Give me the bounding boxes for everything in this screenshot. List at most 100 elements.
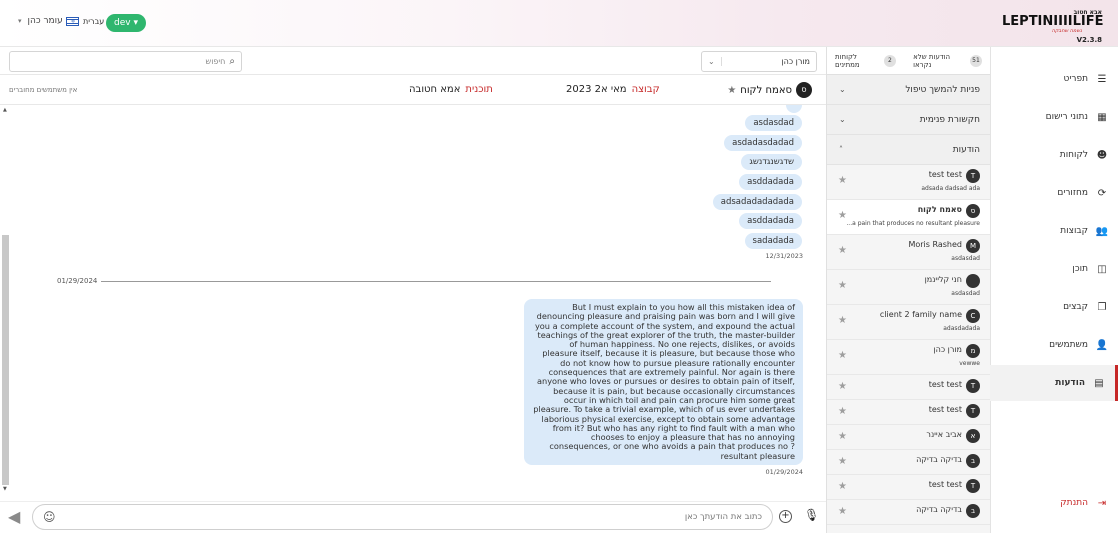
section-internal[interactable]: ⌄ חקשורת פנימית: [827, 105, 990, 135]
sidebar-item-label: הודעות: [1055, 378, 1085, 388]
star-icon[interactable]: ★: [838, 456, 847, 467]
group-value: מאי א2 2023: [566, 84, 627, 95]
conversation-preview: asdasdad: [951, 290, 980, 297]
star-icon[interactable]: ★: [838, 381, 847, 392]
sidebar-item-label: תוכן: [1072, 264, 1088, 274]
star-icon[interactable]: ★: [838, 406, 847, 417]
chat-toolbar: חיפוש ⌕ ⌄ מורן כהן: [0, 47, 826, 75]
date-divider: [101, 281, 771, 282]
sidebar-item-label: מחזורים: [1057, 188, 1088, 198]
conversation-item[interactable]: ★ C client 2 family name adasdadada: [827, 305, 990, 340]
group-label: קבוצה: [631, 84, 660, 95]
user-menu[interactable]: עומר כהן ▾: [18, 16, 63, 26]
star-icon[interactable]: ★: [838, 280, 847, 291]
program-value: אמא חטובה: [409, 84, 461, 95]
unread-count: 51: [970, 54, 982, 67]
person-icon: 👤: [1095, 339, 1109, 351]
conversation-item[interactable]: ★ א אביב איינר: [827, 425, 990, 450]
program-info: תוכנית אמא חטובה: [409, 84, 493, 95]
search-placeholder: חיפוש: [205, 57, 226, 66]
star-icon[interactable]: ★: [838, 481, 847, 492]
conversation-item[interactable]: ★ חני קליינמן asdasdad: [827, 270, 990, 305]
avatar: C: [966, 309, 980, 323]
unread-label[interactable]: הודעות שלא נקראו: [913, 53, 966, 69]
chevron-up-icon: ˄: [839, 145, 843, 154]
avatar: T: [966, 169, 980, 183]
sidebar-item-content[interactable]: תוכן ◫: [990, 251, 1118, 287]
message-placeholder: כתוב את הודעתך כאן: [684, 512, 762, 522]
search-input[interactable]: חיפוש ⌕: [9, 51, 242, 72]
message-bubble: asdasdad: [745, 115, 802, 131]
file-icon: ❐: [1097, 301, 1107, 313]
user-name: עומר כהן: [27, 16, 63, 26]
message-bubble: sadadada: [744, 233, 802, 249]
hamburger-icon: ☰: [1097, 73, 1107, 85]
conversation-item[interactable]: ★ ב בדיקה בדיקה: [827, 500, 990, 525]
agent-select[interactable]: ⌄ מורן כהן: [701, 51, 817, 72]
logo-brand: LEPTINIIIILIFE: [1002, 14, 1104, 29]
app-logo[interactable]: אבא חטוב LEPTINIIIILIFE נשמה שחבקה V2.3.…: [1002, 9, 1104, 44]
section-messages[interactable]: ˄ הודעות: [827, 135, 990, 165]
star-icon[interactable]: ★: [838, 431, 847, 442]
star-icon[interactable]: ★: [838, 315, 847, 326]
sidebar-item-label: תפריט: [1063, 74, 1088, 84]
conversation-name: אביב איינר: [926, 430, 962, 439]
sidebar-item-menu[interactable]: תפריט ☰: [990, 61, 1118, 97]
message-timestamp: 01/29/2024: [765, 468, 803, 476]
message-input[interactable]: ☺ כתוב את הודעתך כאן: [32, 504, 773, 530]
env-badge[interactable]: dev ▾: [106, 14, 146, 32]
conversation-filters: לקוחות ממתינים 2 הודעות שלא נקראו 51: [827, 47, 990, 75]
conversation-list: לקוחות ממתינים 2 הודעות שלא נקראו 51 ⌄ פ…: [826, 47, 990, 533]
conversation-item[interactable]: ★ ס סאמח לקוח ...a pain that produces no…: [827, 200, 990, 235]
conversation-item[interactable]: ★ מ מורן כהן vewwe: [827, 340, 990, 375]
conversation-name: test test: [928, 170, 962, 179]
language-selector[interactable]: ✡ עברית: [66, 17, 104, 26]
conversation-item[interactable]: ★ T test test adsada dadsad ada: [827, 165, 990, 200]
grid-icon: ▦: [1097, 111, 1107, 123]
sidebar-item-label: משתמשים: [1049, 340, 1088, 350]
star-icon[interactable]: ★: [838, 245, 847, 256]
sidebar-item-label: קבצים: [1063, 302, 1088, 312]
emoji-icon[interactable]: ☺: [43, 510, 56, 524]
avatar: M: [966, 239, 980, 253]
agent-select-value: מורן כהן: [781, 57, 811, 66]
logout-label: התנתק: [1060, 498, 1088, 508]
clients-waiting-label[interactable]: לקוחות ממתינים: [835, 53, 880, 69]
date-divider-label: 01/29/2024: [57, 277, 98, 285]
sidebar-item-registration[interactable]: נתוני רישום ▦: [990, 99, 1118, 135]
avatar: א: [966, 429, 980, 443]
add-attachment-icon[interactable]: +: [779, 510, 792, 523]
microphone-icon[interactable]: 🎙: [804, 508, 819, 522]
star-icon[interactable]: ★: [838, 506, 847, 517]
contact-info[interactable]: ס סאמח לקוח ★: [727, 82, 812, 98]
send-icon[interactable]: ◀: [8, 507, 20, 526]
star-icon[interactable]: ★: [838, 350, 847, 361]
chat-icon: ▤: [1094, 377, 1104, 389]
face-icon: ☻: [1096, 149, 1108, 161]
message-bubble-cut: [786, 105, 802, 113]
conversation-name: בדיקה בדיקה: [916, 455, 962, 464]
sidebar-item-files[interactable]: קבצים ❐: [990, 289, 1118, 325]
sidebar-item-cycles[interactable]: מחזורים ⟳: [990, 175, 1118, 211]
conversation-item[interactable]: ★ ב בדיקה בדיקה: [827, 450, 990, 475]
conversation-item[interactable]: ★ M Moris Rashed asdasdad: [827, 235, 990, 270]
star-icon[interactable]: ★: [838, 175, 847, 186]
message-bubble: asddadada: [739, 174, 802, 190]
section-label: חקשורת פנימית: [919, 114, 980, 125]
conversation-name: מורן כהן: [933, 345, 963, 354]
avatar: ס: [796, 82, 812, 98]
conversation-item[interactable]: ★ T test test: [827, 475, 990, 500]
section-label: פניות להמשך טיפול: [905, 84, 980, 95]
conversation-item[interactable]: ★ T test test: [827, 400, 990, 425]
sidebar-item-label: נתוני רישום: [1045, 112, 1088, 122]
sidebar-item-messages[interactable]: הודעות ▤: [990, 365, 1118, 401]
star-icon[interactable]: ★: [727, 85, 736, 96]
conversation-item[interactable]: ★ T test test: [827, 375, 990, 400]
section-follow-up[interactable]: ⌄ פניות להמשך טיפול: [827, 75, 990, 105]
sidebar-item-users[interactable]: משתמשים 👤: [990, 327, 1118, 363]
logout-icon: ⇥: [1097, 497, 1107, 509]
logout-button[interactable]: התנתק ⇥: [990, 485, 1118, 521]
sidebar-item-groups[interactable]: קבוצות 👥: [990, 213, 1118, 249]
sidebar-item-clients[interactable]: לקוחות ☻: [990, 137, 1118, 173]
avatar: T: [966, 404, 980, 418]
